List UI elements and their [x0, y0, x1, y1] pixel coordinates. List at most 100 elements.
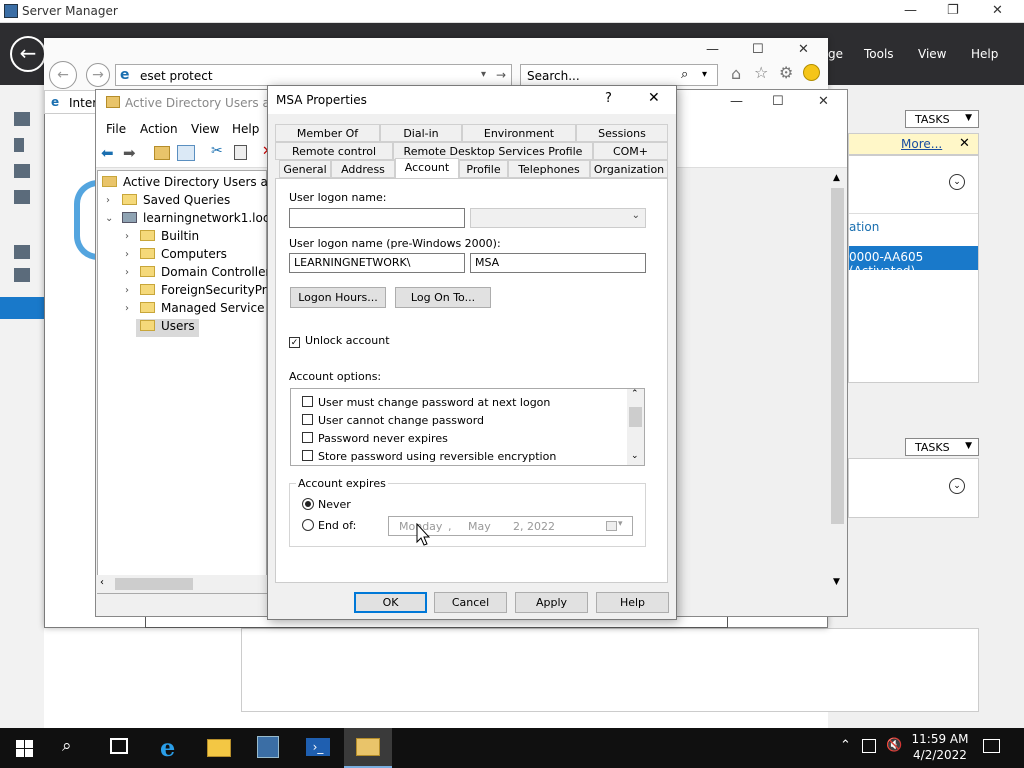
- ie-search-box[interactable]: Search... ⌕ ▾: [520, 64, 718, 86]
- expand-arrow-icon[interactable]: ›: [106, 195, 110, 206]
- task-view-icon[interactable]: [110, 738, 128, 754]
- start-windows-icon[interactable]: [16, 740, 33, 757]
- search-icon[interactable]: ⌕: [62, 736, 72, 756]
- logon-name-input[interactable]: [289, 208, 465, 228]
- tab-sessions[interactable]: Sessions: [576, 124, 668, 142]
- tasks-dropdown-2[interactable]: TASKS: [905, 438, 979, 456]
- favorites-star-icon[interactable]: ☆: [754, 63, 768, 82]
- expand-arrow-icon[interactable]: ›: [125, 249, 129, 260]
- menu-manage-fragment[interactable]: ge: [828, 47, 843, 61]
- chevron-down-icon[interactable]: ⌄: [949, 478, 965, 494]
- smiley-icon[interactable]: [803, 64, 820, 81]
- option-password-never-expires[interactable]: Password never expires: [302, 432, 448, 445]
- tab-remote-control[interactable]: Remote control: [275, 142, 393, 160]
- options-scrollbar[interactable]: ⌃ ⌄: [627, 389, 644, 465]
- upn-suffix-select[interactable]: ⌄: [470, 208, 646, 228]
- pre2000-username-input[interactable]: MSA: [470, 253, 646, 273]
- file-explorer-icon[interactable]: [207, 739, 231, 757]
- calendar-icon[interactable]: [606, 521, 617, 531]
- aduc-close-button[interactable]: ✕: [818, 94, 829, 109]
- tab-account[interactable]: Account: [395, 158, 459, 178]
- ad-cs-icon[interactable]: [14, 190, 30, 204]
- tree-item-saved-queries[interactable]: Saved Queries: [122, 193, 230, 211]
- logon-hours-button[interactable]: Logon Hours...: [290, 287, 386, 308]
- cancel-button[interactable]: Cancel: [434, 592, 507, 613]
- up-folder-icon[interactable]: [154, 146, 170, 160]
- aduc-taskbar-button[interactable]: [344, 728, 392, 768]
- dns-icon[interactable]: [14, 245, 30, 259]
- volume-muted-icon[interactable]: 🔇: [886, 738, 902, 753]
- search-dropdown-icon[interactable]: ▾: [702, 69, 707, 80]
- dashboard-icon[interactable]: [14, 112, 30, 126]
- local-server-icon[interactable]: [14, 138, 24, 152]
- tab-dial-in[interactable]: Dial-in: [380, 124, 462, 142]
- option-must-change-password[interactable]: User must change password at next logon: [302, 396, 550, 409]
- end-of-radio[interactable]: End of:: [302, 519, 356, 532]
- tab-telephones[interactable]: Telephones: [508, 160, 590, 178]
- menu-help[interactable]: Help: [232, 122, 259, 136]
- tree-item-domain-controllers[interactable]: Domain Controllers: [140, 265, 277, 283]
- tab-environment[interactable]: Environment: [462, 124, 576, 142]
- menu-action[interactable]: Action: [140, 122, 178, 136]
- scroll-down-icon[interactable]: ⌄: [631, 451, 639, 461]
- menu-view[interactable]: View: [191, 122, 219, 136]
- menu-tools[interactable]: Tools: [864, 47, 894, 61]
- menu-view[interactable]: View: [918, 47, 946, 61]
- chevron-down-icon[interactable]: ▾: [618, 519, 623, 529]
- aduc-vertical-scrollbar[interactable]: ▲ ▼: [829, 172, 846, 592]
- tree-item-computers[interactable]: Computers: [140, 247, 227, 265]
- activation-status[interactable]: 0000-AA605 (Activated): [849, 246, 978, 278]
- go-arrow-icon[interactable]: →: [496, 68, 506, 82]
- show-hide-tree-icon[interactable]: [177, 145, 195, 161]
- never-radio[interactable]: Never: [302, 498, 351, 511]
- aduc-minimize-button[interactable]: —: [730, 94, 743, 109]
- scroll-thumb[interactable]: [115, 578, 193, 590]
- search-icon[interactable]: ⌕: [681, 67, 688, 82]
- scroll-left-icon[interactable]: ‹: [100, 577, 104, 588]
- scroll-up-icon[interactable]: ⌃: [631, 389, 639, 399]
- scroll-down-icon[interactable]: ▼: [833, 577, 840, 587]
- tasks-dropdown-1[interactable]: TASKS: [905, 110, 979, 128]
- apply-button[interactable]: Apply: [515, 592, 588, 613]
- option-cannot-change-password[interactable]: User cannot change password: [302, 414, 484, 427]
- expand-arrow-icon[interactable]: ›: [125, 231, 129, 242]
- file-services-icon[interactable]: [14, 268, 30, 282]
- option-reversible-encryption[interactable]: Store password using reversible encrypti…: [302, 450, 556, 463]
- back-arrow-icon[interactable]: ←: [10, 36, 46, 72]
- close-icon[interactable]: ✕: [959, 136, 970, 151]
- scroll-thumb[interactable]: [831, 188, 844, 524]
- tree-item-builtin[interactable]: Builtin: [140, 229, 199, 247]
- forward-icon[interactable]: ➡: [123, 144, 136, 162]
- scroll-up-icon[interactable]: ▲: [833, 173, 840, 183]
- tree-horizontal-scrollbar[interactable]: ‹: [97, 575, 267, 593]
- tab-member-of[interactable]: Member Of: [275, 124, 380, 142]
- close-button[interactable]: ✕: [992, 3, 1003, 18]
- ok-button[interactable]: OK: [354, 592, 427, 613]
- more-link[interactable]: More...: [901, 137, 942, 151]
- ie-maximize-button[interactable]: ☐: [752, 42, 764, 57]
- maximize-button[interactable]: ❐: [947, 3, 959, 18]
- ie-close-button[interactable]: ✕: [798, 42, 809, 57]
- tab-address[interactable]: Address: [331, 160, 395, 178]
- tab-organization[interactable]: Organization: [590, 160, 668, 178]
- ie-back-icon[interactable]: ←: [49, 61, 77, 89]
- server-manager-taskbar-icon[interactable]: [257, 736, 279, 758]
- ie-minimize-button[interactable]: —: [706, 42, 719, 57]
- cut-icon[interactable]: ✂: [211, 143, 223, 159]
- expand-arrow-icon[interactable]: ›: [125, 285, 129, 296]
- internet-explorer-icon[interactable]: e: [160, 733, 175, 762]
- ie-address-bar[interactable]: e eset protect ▾ →: [115, 64, 512, 86]
- network-icon[interactable]: [862, 739, 876, 753]
- help-button[interactable]: Help: [596, 592, 669, 613]
- chevron-up-icon[interactable]: ⌃: [840, 738, 851, 753]
- expand-arrow-icon[interactable]: ›: [125, 267, 129, 278]
- back-icon[interactable]: ⬅: [101, 144, 114, 162]
- gear-icon[interactable]: ⚙: [779, 63, 793, 82]
- tree-item-managed-service[interactable]: Managed Service Ac: [140, 301, 283, 319]
- collapse-arrow-icon[interactable]: ⌄: [105, 213, 113, 224]
- menu-file[interactable]: File: [106, 122, 126, 136]
- unlock-account-checkbox[interactable]: ✓ Unlock account: [289, 334, 390, 348]
- tree-item-users[interactable]: Users: [136, 319, 199, 337]
- tab-general[interactable]: General: [279, 160, 331, 178]
- dialog-close-button[interactable]: ✕: [648, 90, 660, 106]
